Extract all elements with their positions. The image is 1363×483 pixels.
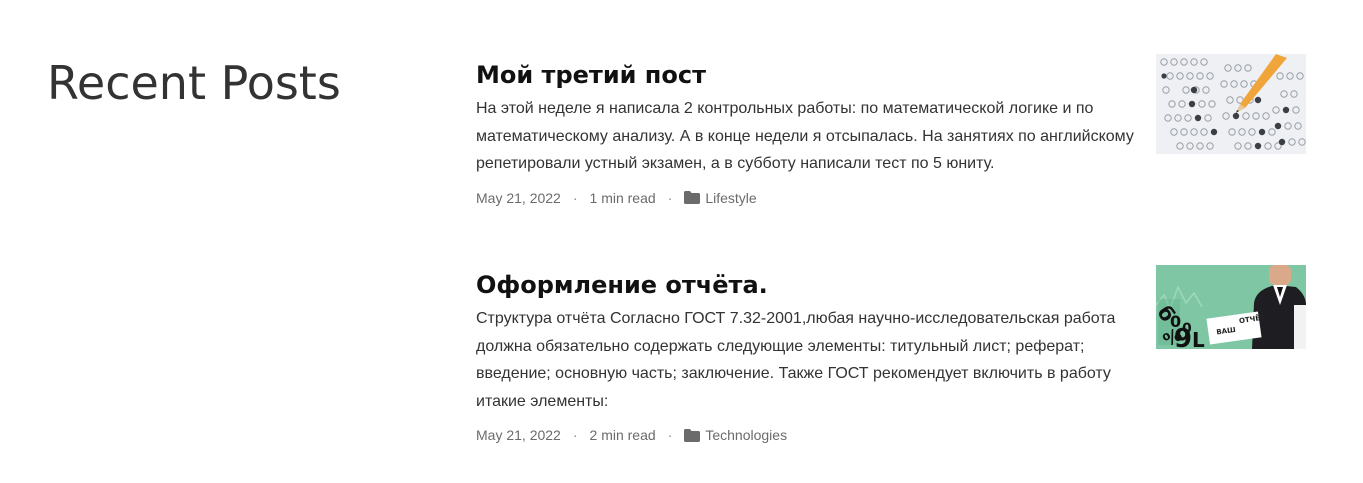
- post-thumbnail[interactable]: ВАШ ОТЧЁТ б 0 0 9 L %: [1156, 265, 1306, 349]
- post-excerpt: На этой неделе я написала 2 контрольных …: [476, 100, 1134, 173]
- post-card: Мой третий пост На этой неделе я написал…: [476, 54, 1306, 206]
- exam-answer-sheet-image: [1156, 54, 1306, 154]
- read-time: 1 min read: [589, 189, 656, 206]
- section-title: Recent Posts: [47, 56, 341, 110]
- svg-text:L: L: [1192, 328, 1205, 349]
- post-meta: May 21, 2022 · 2 min read · Technologies: [476, 427, 1306, 443]
- post-date: May 21, 2022: [476, 189, 561, 206]
- post-date: May 21, 2022: [476, 427, 561, 444]
- category-link[interactable]: Lifestyle: [705, 190, 756, 206]
- meta-separator: ·: [572, 189, 578, 206]
- meta-separator: ·: [667, 189, 673, 206]
- category-link[interactable]: Technologies: [705, 427, 787, 443]
- meta-separator: ·: [572, 427, 578, 444]
- post-meta: May 21, 2022 · 1 min read · Lifestyle: [476, 190, 1306, 206]
- folder-icon: [684, 191, 701, 205]
- post-excerpt: Структура отчёта Согласно ГОСТ 7.32-2001…: [476, 310, 1116, 410]
- post-title[interactable]: Оформление отчёта.: [476, 268, 1136, 302]
- post-card: Оформление отчёта. Структура отчёта Согл…: [476, 265, 1306, 443]
- post-thumbnail[interactable]: [1156, 54, 1306, 154]
- read-time: 2 min read: [589, 427, 656, 444]
- meta-separator: ·: [667, 427, 673, 444]
- folder-icon: [684, 428, 701, 442]
- post-title[interactable]: Мой третий пост: [476, 58, 1136, 92]
- report-presenter-image: ВАШ ОТЧЁТ б 0 0 9 L %: [1156, 265, 1306, 349]
